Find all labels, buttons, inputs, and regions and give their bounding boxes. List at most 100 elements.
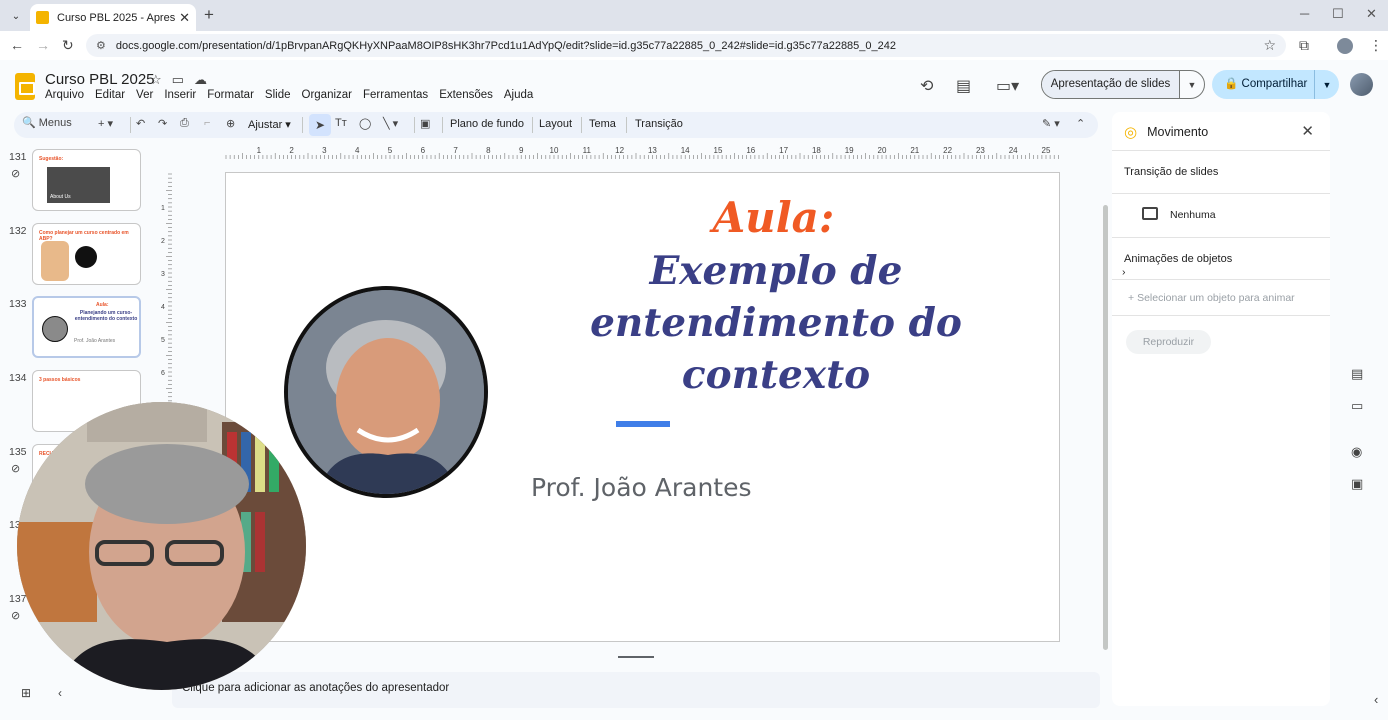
menu-arquivo[interactable]: Arquivo [45,89,84,101]
present-label[interactable]: Apresentação de slides [1042,71,1180,98]
pen-tool-icon[interactable]: ✎ ▾ [1042,117,1060,130]
forward-icon[interactable]: → [36,37,50,53]
menu-ajuda[interactable]: Ajuda [504,89,533,101]
version-history-icon[interactable]: ⟲ [920,76,933,96]
thumb-caption: About Us [50,194,71,200]
document-title[interactable]: Curso PBL 2025 [45,71,155,88]
transition-value[interactable]: Nenhuma [1170,209,1216,221]
ruler-label: 3 [322,146,327,155]
ruler-label: 6 [421,146,426,155]
browser-menu-icon[interactable]: ⋮ [1369,37,1383,54]
background-button[interactable]: Plano de fundo [450,118,524,130]
slide-thumbnail-131[interactable]: Sugestão: About Us [32,149,141,211]
bookmark-star-icon[interactable]: ☆ [1263,37,1276,54]
menu-ferramentas[interactable]: Ferramentas [363,89,428,101]
play-button[interactable]: Reproduzir [1126,330,1211,354]
drive-folder-icon[interactable]: ▭ [1351,398,1363,414]
back-icon[interactable]: ← [10,37,24,53]
slide-accent-bar[interactable] [616,421,670,427]
collapse-filmstrip-icon[interactable]: ‹ [58,686,62,700]
meet-camera-icon[interactable]: ▭▾ [996,76,1019,96]
ruler-label: 11 [583,146,592,155]
close-window-icon[interactable]: ✕ [1366,6,1377,22]
record-icon[interactable]: ◉ [1351,444,1362,460]
account-avatar[interactable] [1350,73,1373,96]
menu-organizar[interactable]: Organizar [302,89,353,101]
slide-aula-heading[interactable]: Aula: [226,193,1061,242]
share-label[interactable]: 🔒 Compartilhar [1212,70,1315,99]
site-info-icon[interactable]: ⚙ [96,39,106,52]
new-slide-icon[interactable]: + ▾ [98,117,113,130]
toolbar-divider [414,117,415,133]
slides-logo-icon[interactable] [15,73,35,100]
slide-canvas[interactable]: Aula: Exemplo de entendimento do context… [225,172,1060,642]
search-menus[interactable]: 🔍 Menus [22,116,72,129]
present-dropdown-icon[interactable]: ▼ [1180,80,1204,90]
object-animations-label: Animações de objetos [1124,253,1233,265]
select-tool-icon[interactable]: ➤ [309,114,331,136]
close-panel-icon[interactable]: ✕ [1301,122,1314,140]
speaker-notes-placeholder: Clique para adicionar as anotações do ap… [182,682,450,694]
slide-thumbnail-132[interactable]: Como planejar um curso centrado em ABP? [32,223,141,285]
paint-format-icon[interactable]: ⌐ [204,117,210,129]
menu-formatar[interactable]: Formatar [207,89,254,101]
slide-number: 132 [9,225,27,237]
layout-button[interactable]: Layout [539,118,572,130]
extensions-icon[interactable]: ⧉ [1299,37,1309,54]
menu-slide[interactable]: Slide [265,89,291,101]
grid-view-icon[interactable]: ⊞ [21,686,31,700]
speaker-notes[interactable]: Clique para adicionar as anotações do ap… [172,672,1100,708]
ruler-label: 9 [519,146,524,155]
minimize-icon[interactable]: ─ [1300,6,1309,21]
slide-number: 133 [9,298,27,310]
share-dropdown-icon[interactable]: ▼ [1315,80,1339,90]
menu-extensoes[interactable]: Extensões [439,89,493,101]
add-comment-icon[interactable]: ▣ [420,117,430,130]
zoom-icon[interactable]: ⊕ [226,117,235,130]
star-icon[interactable]: ☆ [150,72,162,88]
redo-icon[interactable]: ↷ [158,117,167,130]
new-tab-icon[interactable]: + [204,5,214,25]
text-box-icon[interactable]: Tт [335,117,347,129]
maximize-icon[interactable]: ☐ [1332,6,1344,22]
collapse-toolbar-icon[interactable]: ⌃ [1076,117,1085,130]
slide-title[interactable]: Exemplo de entendimento do contexto [566,245,986,401]
line-icon[interactable]: ╲ ▾ [383,117,398,130]
menu-inserir[interactable]: Inserir [164,89,196,101]
slide-thumbnail-133[interactable]: Aula: Planejando um curso-entendimento d… [32,296,141,358]
tab-search-dropdown-icon[interactable]: ⌄ [6,6,26,26]
comments-icon[interactable]: ▤ [956,76,971,96]
reload-icon[interactable]: ↻ [62,37,74,54]
share-button[interactable]: 🔒 Compartilhar ▼ [1212,70,1339,99]
vertical-scrollbar[interactable] [1103,205,1108,650]
menu-ver[interactable]: Ver [136,89,153,101]
menu-editar[interactable]: Editar [95,89,125,101]
theme-button[interactable]: Tema [589,118,616,130]
browser-tab-strip: ⌄ Curso PBL 2025 - Apresentação ✕ + ─ ☐ … [0,0,1388,31]
keep-notes-icon[interactable]: ▤ [1351,366,1363,382]
profile-avatar[interactable] [1337,38,1353,54]
slide-author[interactable]: Prof. João Arantes [531,473,752,502]
present-button[interactable]: Apresentação de slides ▼ [1041,70,1205,99]
address-bar[interactable]: ⚙ docs.google.com/presentation/d/1pBrvpa… [86,34,1286,57]
ruler-label: 3 [161,271,165,278]
browser-tab[interactable]: Curso PBL 2025 - Apresentação ✕ [30,4,196,31]
move-folder-icon[interactable]: ▭ [172,72,184,88]
video-icon[interactable]: ▣ [1351,476,1363,492]
zoom-select[interactable]: Ajustar ▾ [248,118,291,131]
ruler-label: 4 [355,146,360,155]
notes-resize-handle[interactable] [618,656,654,658]
print-icon[interactable]: ⎙ [180,117,189,130]
panel-divider [1112,315,1330,316]
ruler-label: 20 [878,146,887,155]
close-tab-icon[interactable]: ✕ [179,10,190,26]
select-object-hint[interactable]: + Selecionar um objeto para animar [1128,292,1295,304]
expand-transition-icon[interactable]: › [1122,266,1126,278]
shape-icon[interactable]: ◯ [359,117,371,130]
collapse-side-panel-icon[interactable]: ‹ [1374,692,1378,707]
presenter-photo[interactable] [284,286,488,498]
transition-button[interactable]: Transição [635,118,683,130]
cloud-saved-icon[interactable]: ☁ [194,72,207,88]
slide-transition-label: Transição de slides [1124,166,1219,178]
undo-icon[interactable]: ↶ [136,117,145,130]
